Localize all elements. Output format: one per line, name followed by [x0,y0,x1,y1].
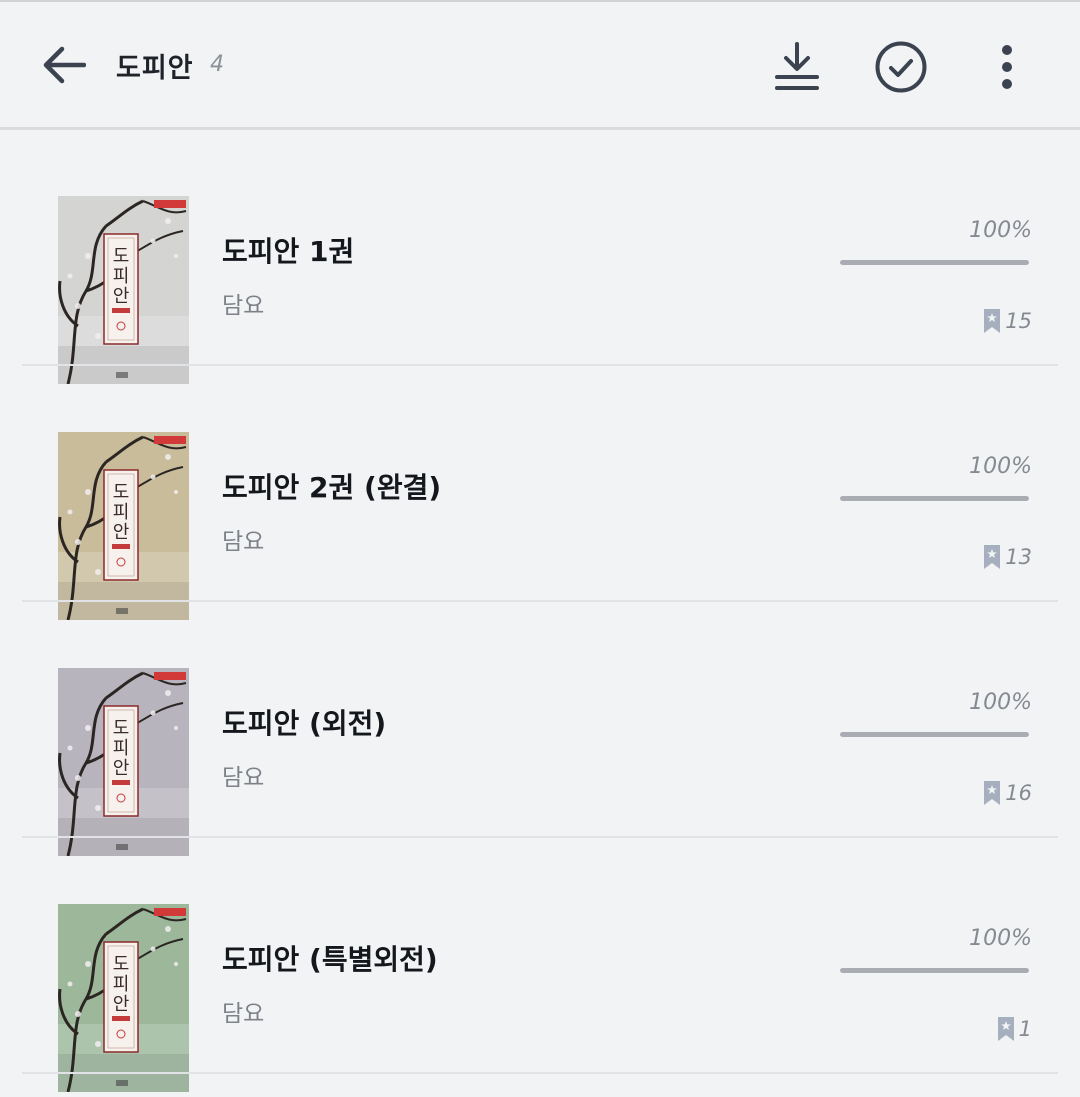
bookmark-count[interactable]: 16 [983,780,1032,806]
svg-text:안: 안 [113,758,130,779]
bookmark-count-label: 15 [1005,309,1032,333]
svg-text:피: 피 [113,502,130,523]
svg-text:안: 안 [113,522,130,543]
reading-percent: 100% [969,454,1032,479]
svg-text:안: 안 [113,286,130,307]
reading-progress-fill [840,496,1029,501]
download-icon [775,42,819,90]
book-row[interactable]: 도 피 안 도피안 (특별외전) 담요 100% 1 [0,838,1080,1092]
book-title: 도피안 1권 [222,235,355,268]
reading-progress-fill [840,968,1029,973]
book-title: 도피안 2권 (완결) [222,471,442,504]
bookmark-icon [984,781,1001,805]
svg-text:피: 피 [113,266,130,287]
bookmark-icon [984,309,1001,333]
book-cover[interactable]: 도 피 안 [58,196,189,384]
book-cover[interactable]: 도 피 안 [58,904,189,1092]
bookmark-count[interactable]: 15 [983,308,1032,334]
arrow-left-icon [43,46,86,84]
reading-progress-bar [840,732,1029,737]
book-title: 도피안 (특별외전) [222,943,438,976]
book-author: 담요 [222,765,265,791]
bookmark-icon [997,1017,1014,1041]
book-author: 담요 [222,529,265,555]
download-button[interactable] [766,36,828,98]
reading-progress-fill [840,732,1029,737]
back-button[interactable] [34,36,92,94]
book-title: 도피안 (외전) [222,707,387,740]
svg-text:도: 도 [113,718,130,739]
svg-text:도: 도 [113,482,130,503]
more-vertical-icon [1002,45,1012,89]
check-circle-icon [875,41,927,93]
select-button[interactable] [870,36,932,98]
svg-text:피: 피 [113,738,130,759]
svg-text:피: 피 [113,974,130,995]
bookmark-count[interactable]: 1 [997,1016,1032,1042]
book-cover-art: 도 피 안 [58,668,189,856]
app-bar: 도피안 4 [0,2,1080,127]
book-cover[interactable]: 도 피 안 [58,668,189,856]
bookmark-count-label: 1 [1018,1017,1032,1041]
reading-percent: 100% [969,926,1032,951]
book-cover-art: 도 피 안 [58,904,189,1092]
bookmark-count-label: 16 [1005,781,1032,805]
book-row[interactable]: 도 피 안 도피안 2권 (완결) 담요 100% 13 [0,366,1080,620]
svg-text:도: 도 [113,954,130,975]
book-author: 담요 [222,1001,265,1027]
book-row[interactable]: 도 피 안 도피안 1권 담요 100% 15 [0,130,1080,384]
book-row[interactable]: 도 피 안 도피안 (외전) 담요 100% 16 [0,602,1080,856]
bookmark-count-label: 13 [1005,545,1032,569]
reading-progress-fill [840,260,1029,265]
more-options-button[interactable] [976,36,1038,98]
book-cover-art: 도 피 안 [58,432,189,620]
bookmark-count[interactable]: 13 [983,544,1032,570]
reading-percent: 100% [969,218,1032,243]
page-title: 도피안 [116,53,194,84]
reading-percent: 100% [969,690,1032,715]
book-author: 담요 [222,293,265,319]
book-count: 4 [210,52,224,77]
bookmark-icon [984,545,1001,569]
book-cover[interactable]: 도 피 안 [58,432,189,620]
reading-progress-bar [840,260,1029,265]
row-divider [22,1072,1058,1074]
svg-text:안: 안 [113,994,130,1015]
svg-text:도: 도 [113,246,130,267]
reading-progress-bar [840,496,1029,501]
reading-progress-bar [840,968,1029,973]
book-cover-art: 도 피 안 [58,196,189,384]
